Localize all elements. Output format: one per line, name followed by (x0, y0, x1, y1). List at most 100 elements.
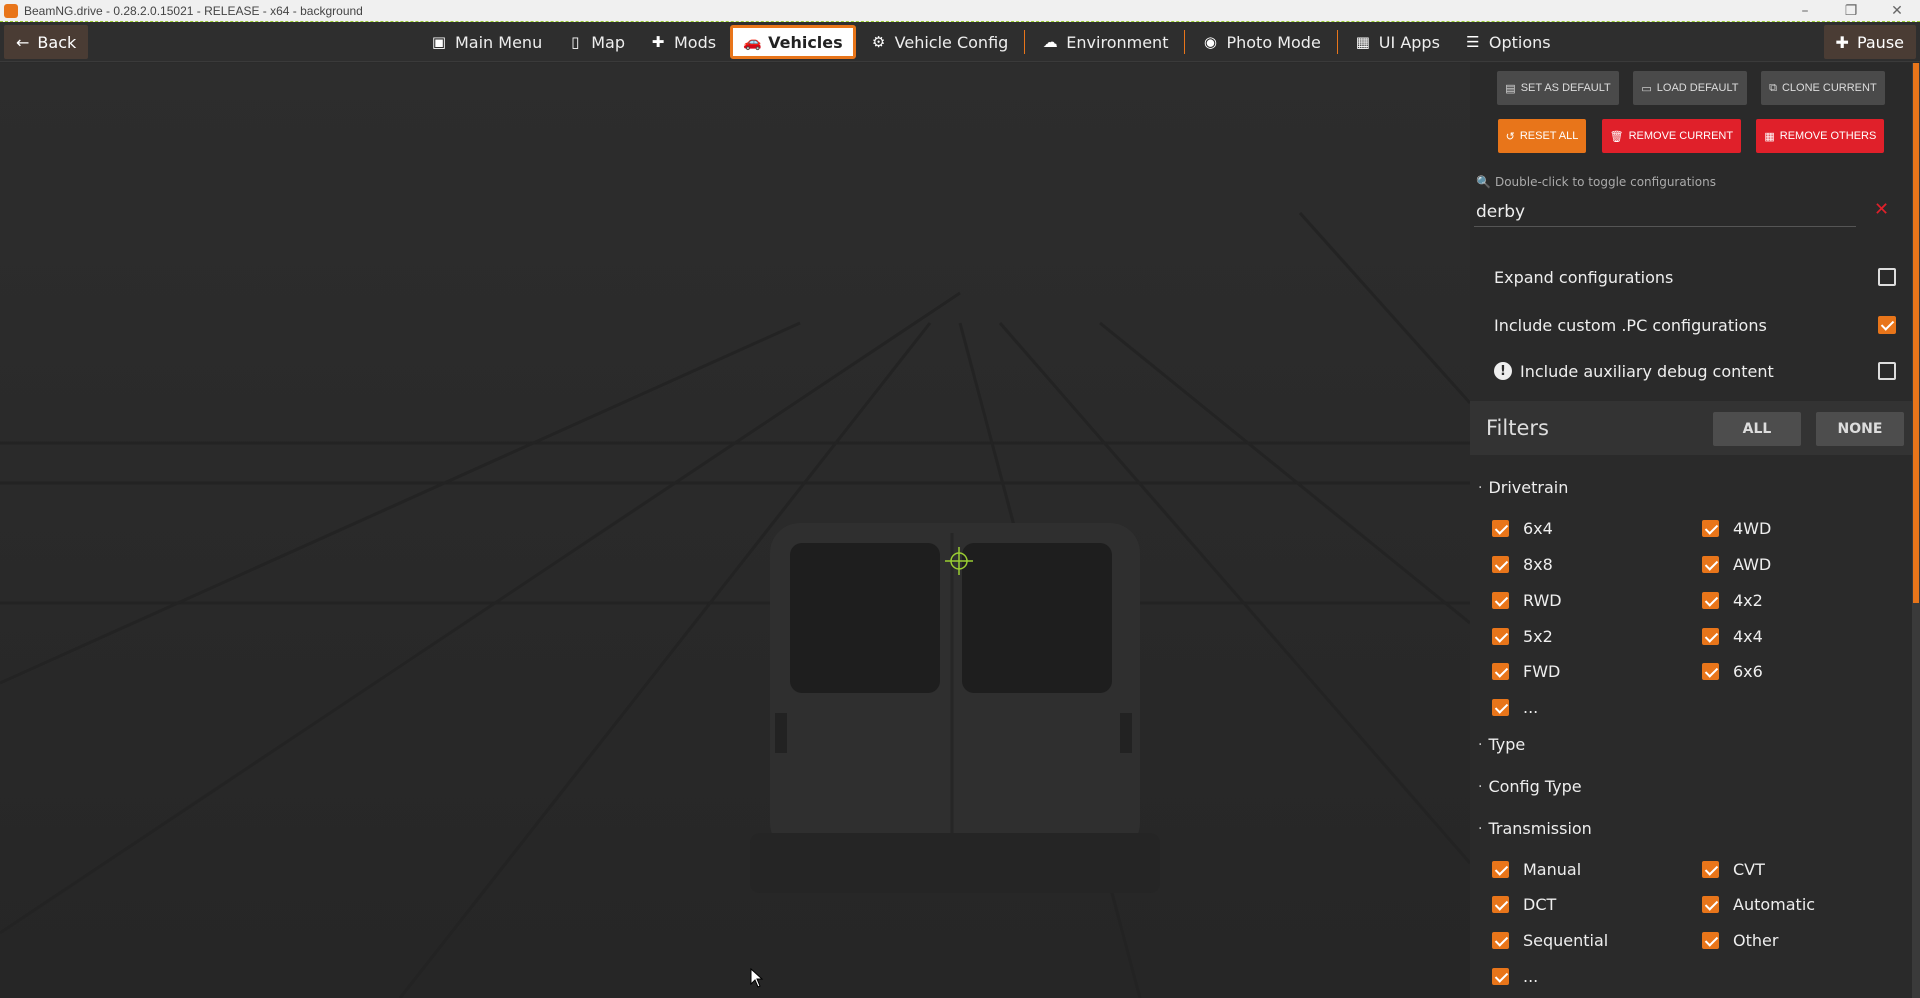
top-nav-bar: ← Back ▣ Main Menu ▯ Map ✚ Mods 🚗 Vehicles ⚙… (0, 22, 1920, 62)
remove-others-button[interactable]: ▦ REMOVE OTHERS (1756, 119, 1885, 153)
checkbox[interactable] (1492, 967, 1509, 985)
checkbox[interactable] (1702, 860, 1719, 878)
option-label-wrap: ! Include auxiliary debug content (1494, 362, 1774, 381)
option-include-debug[interactable]: ! Include auxiliary debug content (1494, 353, 1896, 389)
nav-environment[interactable]: ☁ Environment (1031, 25, 1178, 59)
load-default-button[interactable]: ▭ LOAD DEFAULT (1633, 71, 1747, 105)
arrow-left-icon: ← (16, 32, 30, 52)
nav-map[interactable]: ▯ Map (556, 25, 635, 59)
checkbox[interactable] (1492, 698, 1509, 716)
search-icon: 🔍 (1476, 175, 1491, 189)
filter-other[interactable]: Other (1702, 929, 1778, 951)
filter-6x4[interactable]: 6x4 (1492, 517, 1553, 539)
checkbox[interactable] (1492, 662, 1509, 680)
reset-all-button[interactable]: ↺ RESET ALL (1497, 119, 1587, 153)
checkbox[interactable] (1492, 591, 1509, 609)
copy-icon: ⧉ (1769, 81, 1777, 94)
filter-manual[interactable]: Manual (1492, 858, 1581, 880)
back-button[interactable]: ← Back (4, 25, 89, 59)
include-debug-checkbox[interactable] (1878, 362, 1896, 380)
trash-icon: 🗑 (1609, 130, 1624, 143)
filter-sequential[interactable]: Sequential (1492, 929, 1608, 951)
filter-awd[interactable]: AWD (1702, 553, 1771, 575)
clear-search-icon[interactable]: ✕ (1874, 199, 1889, 220)
minimize-button[interactable]: – (1782, 0, 1828, 22)
filter-label: ... (1523, 697, 1539, 717)
nav-options[interactable]: ☰ Options (1454, 25, 1561, 59)
nav-vehicle-config[interactable]: ⚙ Vehicle Config (860, 25, 1019, 59)
window-titlebar: BeamNG.drive - 0.28.2.0.15021 - RELEASE … (0, 0, 1920, 22)
section-type[interactable]: · Type (1478, 735, 1525, 754)
nav-mods[interactable]: ✚ Mods (639, 25, 726, 59)
section-transmission[interactable]: · Transmission (1478, 819, 1592, 838)
nav-photo-mode[interactable]: ◉ Photo Mode (1191, 25, 1330, 59)
nav-vehicles[interactable]: 🚗 Vehicles (730, 25, 856, 59)
pause-label: Pause (1856, 32, 1904, 52)
close-window-button[interactable]: ✕ (1874, 0, 1920, 22)
maximize-button[interactable]: ❐ (1828, 0, 1874, 22)
checkbox[interactable] (1702, 591, 1719, 609)
section-drivetrain[interactable]: · Drivetrain (1478, 478, 1568, 497)
include-custom-pc-checkbox[interactable] (1878, 316, 1896, 334)
checkbox[interactable] (1702, 519, 1719, 537)
filter-4wd[interactable]: 4WD (1702, 517, 1771, 539)
nav-label: Main Menu (455, 32, 543, 52)
filter-label: 5x2 (1523, 626, 1553, 646)
filter-rwd[interactable]: RWD (1492, 589, 1562, 611)
nav-ui-apps[interactable]: ▦ UI Apps (1344, 25, 1450, 59)
filter-label: 4x2 (1733, 590, 1763, 610)
filters-none-button[interactable]: NONE (1816, 412, 1904, 446)
panel-scrollbar[interactable] (1912, 63, 1920, 998)
nav-label: Vehicles (768, 32, 843, 52)
search-input[interactable] (1474, 197, 1856, 227)
clone-current-button[interactable]: ⧉ CLONE CURRENT (1761, 71, 1885, 105)
option-include-custom-pc[interactable]: Include custom .PC configurations (1494, 307, 1896, 343)
section-title: Type (1488, 735, 1526, 754)
filter-6x6[interactable]: 6x6 (1702, 660, 1763, 682)
mouse-cursor-icon (750, 968, 764, 988)
button-label: RESET ALL (1519, 130, 1579, 142)
pause-button[interactable]: ✚ Pause (1823, 25, 1916, 59)
puzzle-icon: ✚ (651, 33, 665, 51)
filter-dct[interactable]: DCT (1492, 893, 1556, 915)
option-expand-configurations[interactable]: Expand configurations (1494, 259, 1896, 295)
checkbox[interactable] (1702, 662, 1719, 680)
filter-label: 8x8 (1523, 554, 1553, 574)
nav-main-menu[interactable]: ▣ Main Menu (420, 25, 552, 59)
filter-label: Other (1733, 930, 1779, 950)
filter-automatic[interactable]: Automatic (1702, 893, 1815, 915)
checkbox[interactable] (1492, 519, 1509, 537)
checkbox[interactable] (1492, 860, 1509, 878)
filter-drivetrain-more[interactable]: ... (1492, 696, 1538, 718)
filter-4x2[interactable]: 4x2 (1702, 589, 1763, 611)
checkbox[interactable] (1492, 627, 1509, 645)
filters-all-button[interactable]: ALL (1713, 412, 1801, 446)
section-config-type[interactable]: · Config Type (1478, 777, 1582, 796)
expand-configurations-checkbox[interactable] (1878, 268, 1896, 286)
trash-multiple-icon: ▦ (1764, 130, 1775, 143)
filter-cvt[interactable]: CVT (1702, 858, 1765, 880)
checkbox[interactable] (1702, 931, 1719, 949)
filter-5x2[interactable]: 5x2 (1492, 625, 1553, 647)
scrollbar-thumb[interactable] (1913, 63, 1919, 603)
option-label: Include auxiliary debug content (1520, 361, 1774, 381)
checkbox[interactable] (1702, 895, 1719, 913)
game-viewport[interactable] (0, 63, 1470, 998)
button-label: SET AS DEFAULT (1520, 82, 1611, 94)
remove-current-button[interactable]: 🗑 REMOVE CURRENT (1601, 119, 1742, 153)
set-as-default-button[interactable]: ▤ SET AS DEFAULT (1497, 71, 1619, 105)
checkbox[interactable] (1492, 555, 1509, 573)
button-label: REMOVE OTHERS (1779, 130, 1877, 142)
filter-label: DCT (1523, 894, 1557, 914)
checkbox[interactable] (1492, 931, 1509, 949)
checkbox[interactable] (1702, 555, 1719, 573)
filter-4x4[interactable]: 4x4 (1702, 625, 1763, 647)
filters-title: Filters (1486, 416, 1549, 440)
filter-fwd[interactable]: FWD (1492, 660, 1560, 682)
checkbox[interactable] (1492, 895, 1509, 913)
filter-8x8[interactable]: 8x8 (1492, 553, 1553, 575)
filter-label: FWD (1523, 661, 1561, 681)
filter-label: 6x4 (1523, 518, 1553, 538)
filter-transmission-more[interactable]: ... (1492, 965, 1538, 987)
checkbox[interactable] (1702, 627, 1719, 645)
